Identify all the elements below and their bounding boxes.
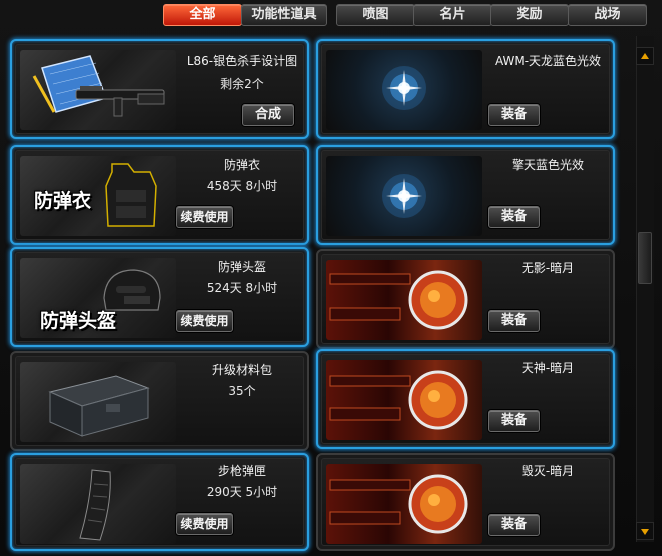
- scroll-down-button[interactable]: [636, 522, 654, 540]
- scrollbar-thumb[interactable]: [638, 232, 652, 284]
- category-tab-bar: 全部 功能性道具 喷图 名片 奖励 战场: [0, 0, 662, 32]
- arrow-down-icon: [641, 529, 649, 535]
- item-name: L86-银色杀手设计图: [186, 54, 298, 68]
- item-name: 步枪弹匣: [217, 464, 266, 478]
- item-name: 天神-暗月: [521, 361, 575, 375]
- dark-moon-weapon-icon: [326, 360, 482, 440]
- tab-all[interactable]: 全部: [163, 4, 242, 26]
- item-remaining-time: 524天 8小时: [206, 281, 278, 295]
- renew-button[interactable]: 续费使用: [176, 206, 233, 228]
- item-name: AWM-天龙蓝色光效: [494, 54, 602, 68]
- blueprint-gun-icon: [20, 50, 176, 130]
- item-card-huimie-dark-moon[interactable]: 毁灭-暗月 装备: [316, 453, 615, 551]
- item-quantity: 35个: [228, 384, 256, 398]
- equip-button[interactable]: 装备: [488, 310, 540, 332]
- tab-battlefield[interactable]: 战场: [568, 4, 647, 26]
- item-name: 无影-暗月: [521, 261, 575, 275]
- tab-sprays[interactable]: 喷图: [336, 4, 415, 26]
- scrollbar-track[interactable]: [636, 36, 654, 542]
- item-remaining-time: 290天 5小时: [206, 485, 278, 499]
- blue-glow-effect-icon: [326, 156, 482, 236]
- item-name: 升级材料包: [211, 363, 272, 377]
- item-card-helmet[interactable]: 防弹头盔 防弹头盔 524天 8小时 续费使用: [10, 247, 309, 347]
- item-remaining-time: 458天 8小时: [206, 179, 278, 193]
- body-armor-icon: 防弹衣: [20, 156, 176, 236]
- scroll-up-button[interactable]: [636, 47, 654, 65]
- item-name: 防弹衣: [223, 158, 260, 172]
- equip-button[interactable]: 装备: [488, 104, 540, 126]
- tab-rewards[interactable]: 奖励: [490, 4, 569, 26]
- material-case-icon: [20, 362, 176, 442]
- combine-button[interactable]: 合成: [242, 104, 294, 126]
- helmet-icon: 防弹头盔: [20, 258, 176, 338]
- item-overlay-title: 防弹衣: [34, 190, 92, 212]
- item-card-tianshen-dark-moon[interactable]: 天神-暗月 装备: [316, 349, 615, 449]
- renew-button[interactable]: 续费使用: [176, 310, 233, 332]
- rifle-magazine-icon: [20, 464, 176, 544]
- item-card-body-armor[interactable]: 防弹衣 防弹衣 458天 8小时 续费使用: [10, 145, 309, 245]
- dark-moon-weapon-icon: [326, 260, 482, 340]
- item-name: 擎天蓝色光效: [511, 158, 584, 172]
- tab-functional-items[interactable]: 功能性道具: [241, 4, 327, 26]
- item-card-awm-blue-glow[interactable]: AWM-天龙蓝色光效 装备: [316, 39, 615, 139]
- item-card-upgrade-material[interactable]: 升级材料包 35个: [10, 351, 309, 451]
- item-quantity: 剩余2个: [220, 77, 264, 91]
- equip-button[interactable]: 装备: [488, 410, 540, 432]
- inventory-panel: 全部 功能性道具 喷图 名片 奖励 战场 L86-银色杀手设计图 剩余2个 合成…: [0, 0, 662, 556]
- equip-button[interactable]: 装备: [488, 206, 540, 228]
- tab-name-cards[interactable]: 名片: [413, 4, 492, 26]
- dark-moon-weapon-icon: [326, 464, 482, 544]
- arrow-up-icon: [641, 53, 649, 59]
- item-card-qingtian-blue-glow[interactable]: 擎天蓝色光效 装备: [316, 145, 615, 245]
- item-card-wuying-dark-moon[interactable]: 无影-暗月 装备: [316, 249, 615, 349]
- item-overlay-title: 防弹头盔: [40, 310, 117, 332]
- item-card-l86-blueprint[interactable]: L86-银色杀手设计图 剩余2个 合成: [10, 39, 309, 139]
- equip-button[interactable]: 装备: [488, 514, 540, 536]
- blue-glow-effect-icon: [326, 50, 482, 130]
- item-name: 防弹头盔: [217, 260, 266, 274]
- item-name: 毁灭-暗月: [521, 464, 575, 478]
- renew-button[interactable]: 续费使用: [176, 513, 233, 535]
- item-card-rifle-magazine[interactable]: 步枪弹匣 290天 5小时 续费使用: [10, 453, 309, 551]
